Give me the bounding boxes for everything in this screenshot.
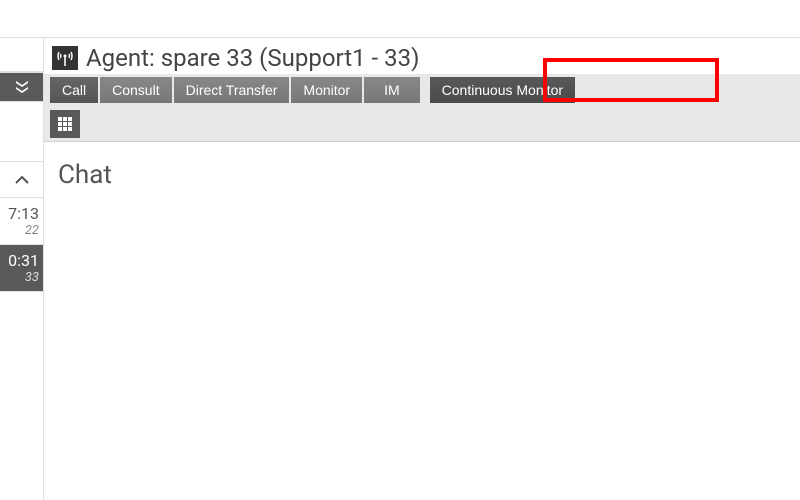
monitor-button[interactable]: Monitor — [291, 77, 362, 103]
antenna-icon — [56, 49, 74, 67]
grid-icon — [57, 116, 73, 132]
time-label: 0:31 — [0, 251, 39, 270]
time-label: 7:13 — [0, 204, 39, 223]
sub-toolbar — [44, 106, 800, 142]
grid-view-button[interactable] — [50, 110, 80, 138]
continuous-monitor-button[interactable]: Continuous Monitor — [430, 77, 575, 103]
sidebar-collapse-button[interactable] — [0, 72, 43, 102]
main-area: 7:13 22 0:31 33 Agent: spare 33 (Support… — [0, 38, 800, 500]
chat-heading: Chat — [58, 160, 786, 190]
content: Agent: spare 33 (Support1 - 33) Call Con… — [44, 38, 800, 500]
sidebar-top-box — [0, 38, 43, 72]
direct-transfer-button[interactable]: Direct Transfer — [174, 77, 290, 103]
double-chevron-down-icon — [14, 80, 30, 94]
sidebar-spacer — [0, 102, 43, 162]
consult-button[interactable]: Consult — [100, 77, 171, 103]
agent-title: Agent: spare 33 (Support1 - 33) — [86, 44, 419, 72]
chat-section: Chat — [44, 142, 800, 208]
im-button[interactable]: IM — [364, 77, 420, 103]
call-button[interactable]: Call — [50, 77, 98, 103]
list-item[interactable]: 7:13 22 — [0, 198, 43, 245]
antenna-badge — [52, 46, 78, 70]
sidebar: 7:13 22 0:31 33 — [0, 38, 44, 500]
agent-header: Agent: spare 33 (Support1 - 33) — [44, 38, 800, 74]
time-sub-label: 33 — [0, 270, 39, 285]
time-sub-label: 22 — [0, 223, 39, 238]
top-bar — [0, 0, 800, 38]
chevron-up-icon — [14, 175, 30, 185]
sidebar-expand-up-button[interactable] — [0, 162, 43, 198]
toolbar: Call Consult Direct Transfer Monitor IM … — [44, 74, 800, 106]
list-item[interactable]: 0:31 33 — [0, 245, 43, 292]
